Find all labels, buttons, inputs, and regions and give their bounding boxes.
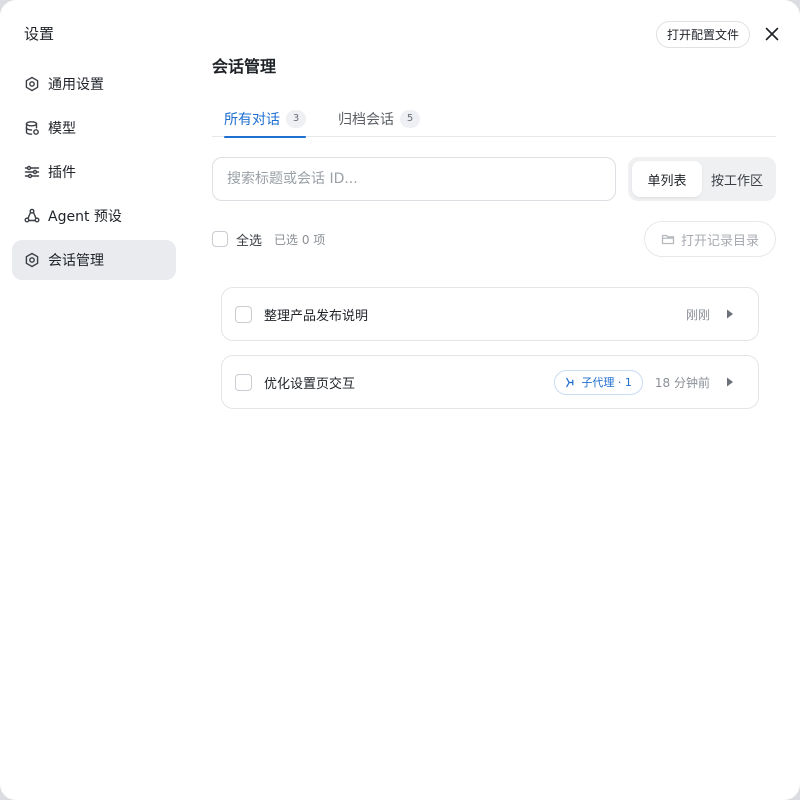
sidebar-item-session-management[interactable]: 会话管理 xyxy=(12,240,176,280)
session-title: 优化设置页交互 xyxy=(264,376,356,392)
open-records-directory-button[interactable]: 打开记录目录 xyxy=(644,221,776,257)
tab-label: 归档会话 xyxy=(338,111,394,128)
expand-arrow-icon[interactable] xyxy=(726,377,734,387)
select-all-label: 全选 xyxy=(236,233,263,249)
open-config-button[interactable]: 打开配置文件 xyxy=(656,21,750,48)
settings-window: 设置 通用设置 模型 插件 Agent 预设 会话管理 打开配置文件 会话管理 … xyxy=(0,0,800,800)
subagent-badge-label: 子代理 · 1 xyxy=(581,376,632,389)
session-card[interactable]: 优化设置页交互 子代理 · 1 18 分钟前 xyxy=(221,355,759,409)
gear-icon xyxy=(24,76,40,92)
tab-bar: 所有对话 3 归档会话 5 xyxy=(212,100,776,138)
session-time: 18 分钟前 xyxy=(654,375,710,390)
sidebar-item-models[interactable]: 模型 xyxy=(12,108,176,148)
page-title: 会话管理 xyxy=(212,57,277,76)
tab-count-badge: 5 xyxy=(400,109,420,128)
sidebar-item-label: 通用设置 xyxy=(48,77,104,93)
sidebar-title: 设置 xyxy=(24,25,55,43)
sidebar-item-label: 模型 xyxy=(48,121,76,137)
sidebar-item-general[interactable]: 通用设置 xyxy=(12,64,176,104)
sidebar-nav: 通用设置 模型 插件 Agent 预设 会话管理 xyxy=(12,64,176,284)
tab-all-conversations[interactable]: 所有对话 3 xyxy=(224,100,306,138)
session-title: 整理产品发布说明 xyxy=(264,308,369,324)
session-checkbox[interactable] xyxy=(235,373,252,391)
expand-arrow-icon[interactable] xyxy=(726,309,734,319)
view-toggle-single-list[interactable]: 单列表 xyxy=(632,161,702,197)
tab-label: 所有对话 xyxy=(224,111,280,128)
tab-count-badge: 3 xyxy=(286,109,306,128)
branch-icon xyxy=(566,377,574,387)
sidebar-item-label: 插件 xyxy=(48,165,76,181)
subagent-badge[interactable]: 子代理 · 1 xyxy=(554,369,643,395)
folder-icon xyxy=(661,234,675,245)
close-icon xyxy=(765,27,779,41)
tab-archived-conversations[interactable]: 归档会话 5 xyxy=(338,100,420,137)
sidebar-item-label: 会话管理 xyxy=(48,253,104,269)
sidebar-item-agent-presets[interactable]: Agent 预设 xyxy=(12,196,176,236)
sliders-icon xyxy=(24,164,40,180)
gear-icon xyxy=(24,252,40,268)
view-toggle: 单列表 按工作区 xyxy=(628,157,776,201)
sidebar-item-plugins[interactable]: 插件 xyxy=(12,152,176,192)
search-input[interactable] xyxy=(212,157,616,201)
open-dir-label: 打开记录目录 xyxy=(680,233,759,249)
close-button[interactable] xyxy=(762,24,782,44)
select-all-row: 全选 已选 0 项 xyxy=(212,229,325,249)
session-card[interactable]: 整理产品发布说明 刚刚 xyxy=(221,287,759,341)
sidebar-item-label: Agent 预设 xyxy=(48,209,122,225)
session-time: 刚刚 xyxy=(685,307,710,322)
view-toggle-by-workspace[interactable]: 按工作区 xyxy=(702,161,772,197)
selected-count: 已选 0 项 xyxy=(274,232,326,247)
database-icon xyxy=(24,120,40,136)
select-all-checkbox[interactable] xyxy=(212,231,228,247)
sidebar: 设置 通用设置 模型 插件 Agent 预设 会话管理 xyxy=(0,0,188,800)
agent-icon xyxy=(24,208,40,224)
session-checkbox[interactable] xyxy=(235,305,252,323)
